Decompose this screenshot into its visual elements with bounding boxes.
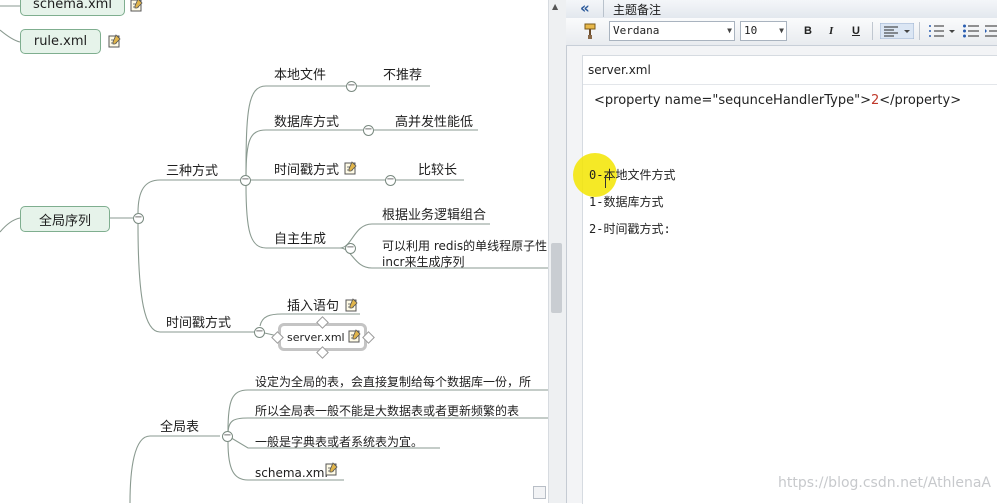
font-size-value: 10 <box>744 24 758 37</box>
property-line: <property name="sequnceHandlerType">2</p… <box>594 93 961 108</box>
node-business-logic[interactable]: 根据业务逻辑组合 <box>382 208 486 224</box>
node-timestamp-way-2[interactable]: 时间戳方式 <box>166 316 231 332</box>
node-global-table-desc[interactable]: 设定为全局的表，会直接复制给每个数据库一份，所 <box>255 374 531 390</box>
note-icon[interactable] <box>345 298 358 312</box>
font-family-select[interactable]: Verdana ▼ <box>609 21 735 41</box>
scrollbar-thumb[interactable] <box>551 243 562 313</box>
note-icon[interactable] <box>130 0 143 12</box>
note-line-2: 2-时间戳方式: <box>589 222 671 236</box>
notes-editor[interactable]: server.xml <property name="sequnceHandle… <box>573 55 997 504</box>
node-redis-line2[interactable]: incr来生成序列 <box>382 254 464 270</box>
property-open-tag: <property name="sequnceHandlerType"> <box>594 93 871 108</box>
node-local-file[interactable]: 本地文件 <box>274 68 326 84</box>
property-close-tag: </property> <box>879 93 962 108</box>
node-database-way[interactable]: 数据库方式 <box>274 115 339 131</box>
divider <box>583 84 997 85</box>
text-cursor-icon <box>605 175 606 188</box>
toolbar-divider <box>919 22 920 40</box>
watermark: https://blog.csdn.net/AthlenaA <box>778 475 991 491</box>
node-self-generate[interactable]: 自主生成 <box>274 232 326 248</box>
panel-title: 主题备注 <box>613 3 662 17</box>
node-schema-xml-top[interactable]: schema.xml <box>20 0 125 16</box>
divider <box>603 0 604 17</box>
node-schema-xml-bottom[interactable]: schema.xml <box>255 465 328 481</box>
note-line-0: 0-本地文件方式 <box>589 168 676 182</box>
collapse-toggle[interactable]: − <box>346 81 357 92</box>
collapse-toggle[interactable]: − <box>240 175 251 186</box>
node-timestamp-way[interactable]: 时间戳方式 <box>274 163 339 179</box>
collapse-toggle[interactable]: − <box>133 213 144 224</box>
indent-icon[interactable] <box>984 23 997 39</box>
node-label: schema.xml <box>33 0 112 12</box>
align-left-icon[interactable] <box>880 23 914 39</box>
note-line-1: 1-数据库方式 <box>589 195 664 209</box>
node-label: rule.xml <box>33 34 88 49</box>
note-icon[interactable] <box>344 161 357 175</box>
dropdown-arrow-icon: ▼ <box>727 26 732 35</box>
scroll-up-arrow-icon[interactable]: ▲ <box>552 2 558 11</box>
node-redis-line1[interactable]: 可以利用 redis的单线程原子性 <box>382 238 547 254</box>
underline-button[interactable]: U <box>852 25 860 37</box>
node-low-concurrency[interactable]: 高并发性能低 <box>395 115 473 131</box>
numbered-list-icon[interactable] <box>927 23 957 39</box>
format-painter-icon[interactable] <box>581 22 599 40</box>
node-rather-long[interactable]: 比较长 <box>418 163 457 179</box>
node-not-recommended[interactable]: 不推荐 <box>383 68 422 84</box>
node-global-table[interactable]: 全局表 <box>160 420 199 436</box>
note-icon[interactable] <box>348 329 361 343</box>
italic-button[interactable]: I <box>829 25 833 37</box>
collapse-panel-icon[interactable]: « <box>580 0 590 17</box>
mindmap-canvas[interactable]: schema.xml rule.xml 全局序列 − 三种方式 − 本地文件 −… <box>0 0 548 503</box>
collapse-toggle[interactable]: − <box>222 431 233 442</box>
font-size-select[interactable]: 10 ▼ <box>740 21 787 41</box>
node-dictionary-table[interactable]: 一般是字典表或者系统表为宜。 <box>255 434 423 450</box>
node-rule-xml[interactable]: rule.xml <box>20 29 101 54</box>
font-family-value: Verdana <box>613 24 660 37</box>
canvas-corner-button[interactable] <box>533 486 546 499</box>
collapse-toggle[interactable]: − <box>254 327 265 338</box>
collapse-toggle[interactable]: − <box>363 125 374 136</box>
collapse-toggle[interactable]: − <box>345 243 356 254</box>
node-label: server.xml <box>287 331 345 344</box>
node-three-ways[interactable]: 三种方式 <box>166 164 218 180</box>
editor-tab-label: server.xml <box>588 63 651 77</box>
node-global-sequence[interactable]: 全局序列 <box>20 206 110 232</box>
notes-panel-titlebar: « 主题备注 <box>566 0 997 19</box>
note-icon[interactable] <box>108 34 121 48</box>
note-icon[interactable] <box>325 462 338 476</box>
bold-button[interactable]: B <box>804 25 812 37</box>
toolbar-divider <box>872 22 873 40</box>
node-label: 全局序列 <box>38 213 91 229</box>
node-not-big-table[interactable]: 所以全局表一般不能是大数据表或者更新频繁的表 <box>255 403 519 419</box>
collapse-toggle[interactable]: − <box>385 175 396 186</box>
bullet-list-icon[interactable] <box>962 23 980 39</box>
dropdown-arrow-icon: ▼ <box>779 26 784 35</box>
node-insert-statement[interactable]: 插入语句 <box>287 299 339 315</box>
